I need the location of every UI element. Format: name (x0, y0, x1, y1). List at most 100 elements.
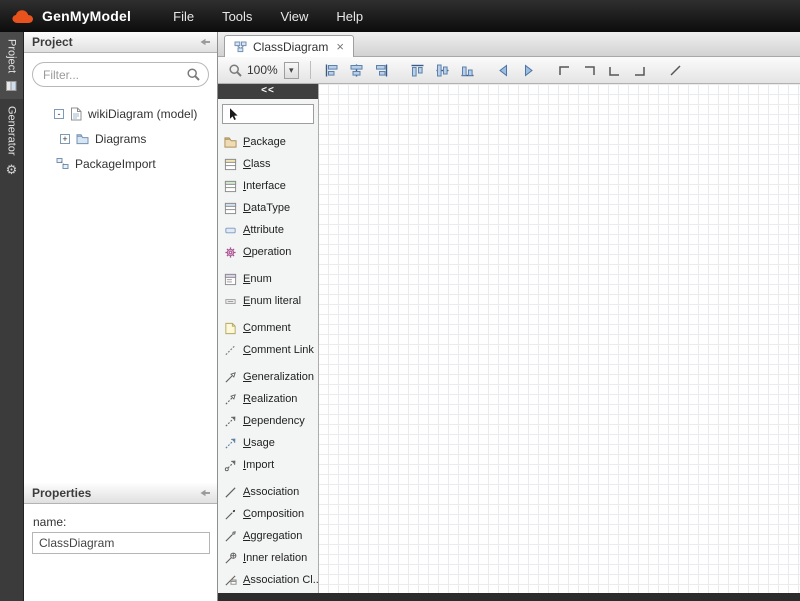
cloud-logo-icon (10, 8, 36, 25)
interface-icon (224, 180, 237, 193)
menu-help[interactable]: Help (322, 0, 377, 33)
palette-collapse-button[interactable]: << (218, 84, 318, 99)
palette-item-import[interactable]: Import (218, 454, 318, 476)
palette-item-interface[interactable]: Interface (218, 175, 318, 197)
palette-item-package[interactable]: Package (218, 131, 318, 153)
palette-item-dependency[interactable]: Dependency (218, 410, 318, 432)
menu-file[interactable]: File (159, 0, 208, 33)
palette-item-operation[interactable]: Operation (218, 241, 318, 263)
left-tab-strip: Project Generator ⚙ (0, 32, 24, 601)
align-top-button[interactable] (408, 59, 428, 81)
cursor-icon (226, 107, 240, 121)
palette-item-association-class[interactable]: Association Cl... (218, 569, 318, 591)
align-middle-button[interactable] (433, 59, 453, 81)
name-field-label: name: (33, 515, 66, 529)
align-center-button[interactable] (347, 59, 367, 81)
orthogonal-link-style-3-button[interactable] (605, 59, 625, 81)
palette-item-realization[interactable]: Realization (218, 388, 318, 410)
realization-icon (224, 393, 237, 406)
tree-item-packageimport[interactable]: PackageImport (24, 151, 217, 176)
app-logo: GenMyModel (10, 8, 131, 25)
filter-input[interactable] (32, 62, 209, 87)
palette-item-attribute[interactable]: Attribute (218, 219, 318, 241)
palette-item-generalization[interactable]: Generalization (218, 366, 318, 388)
project-panel-title: Project (32, 35, 73, 49)
composition-icon (224, 508, 237, 521)
tree-item-label: wikiDiagram (model) (88, 107, 197, 121)
properties-panel-title: Properties (32, 486, 91, 500)
menu-tools[interactable]: Tools (208, 0, 266, 33)
aggregation-icon (224, 530, 237, 543)
palette-item-enum[interactable]: Enum (218, 268, 318, 290)
zoom-dropdown[interactable]: ▾ (284, 62, 299, 79)
zoom-control[interactable]: 100% ▾ (228, 62, 299, 79)
enum-literal-icon (224, 295, 237, 308)
arrow-left-button[interactable] (494, 59, 514, 81)
properties-panel-header: Properties (24, 483, 217, 504)
association-icon (224, 486, 237, 499)
package-icon (224, 136, 237, 149)
palette-item-aggregation[interactable]: Aggregation (218, 525, 318, 547)
tree-item-label: Diagrams (95, 132, 146, 146)
diagram-toolbar: 100% ▾ (218, 57, 800, 84)
palette-item-class[interactable]: Class (218, 153, 318, 175)
orthogonal-link-style-4-button[interactable] (630, 59, 650, 81)
zoom-icon (228, 63, 243, 78)
search-icon (186, 67, 201, 87)
palette-item-comment[interactable]: Comment (218, 317, 318, 339)
zoom-level: 100% (247, 63, 278, 77)
class-diagram-icon (234, 41, 247, 53)
book-icon (5, 80, 18, 92)
dependency-icon (224, 415, 237, 428)
collapse-panel-icon[interactable] (198, 36, 211, 48)
sidebar-tab-generator[interactable]: Generator ⚙ (0, 99, 23, 183)
collapse-expander-icon[interactable]: - (54, 109, 64, 119)
project-panel: Project - wikiDiagram (model) + (24, 32, 218, 601)
name-field[interactable] (32, 532, 210, 554)
inner-relation-icon (224, 552, 237, 565)
palette-item-inner-relation[interactable]: Inner relation (218, 547, 318, 569)
association-class-icon (224, 574, 237, 587)
tree-item-label: PackageImport (75, 157, 156, 171)
arrow-right-button[interactable] (519, 59, 539, 81)
tab-label: ClassDiagram (253, 40, 328, 54)
orthogonal-link-style-2-button[interactable] (580, 59, 600, 81)
tree-item-wikidiagram[interactable]: - wikiDiagram (model) (24, 101, 217, 126)
menu-view[interactable]: View (266, 0, 322, 33)
expand-expander-icon[interactable]: + (60, 134, 70, 144)
tab-classdiagram[interactable]: ClassDiagram × (224, 35, 354, 57)
align-bottom-button[interactable] (458, 59, 478, 81)
operation-gear-icon (224, 246, 237, 259)
properties-panel-header-wrap: Properties (24, 483, 217, 504)
selection-tool[interactable] (222, 104, 314, 124)
filter-wrap (32, 62, 209, 87)
attribute-icon (224, 224, 237, 237)
datatype-icon (224, 202, 237, 215)
package-import-icon (56, 157, 69, 170)
toolbar-separator (310, 61, 311, 79)
import-icon (224, 459, 237, 472)
collapse-panel-icon[interactable] (198, 487, 211, 499)
main-bottom-bar (218, 593, 800, 601)
palette-item-enum-literal[interactable]: Enum literal (218, 290, 318, 312)
oblique-link-style-button[interactable] (666, 59, 686, 81)
generalization-icon (224, 371, 237, 384)
gear-icon: ⚙ (6, 163, 18, 176)
palette-item-composition[interactable]: Composition (218, 503, 318, 525)
align-left-button[interactable] (322, 59, 342, 81)
app-title: GenMyModel (42, 8, 131, 24)
palette-item-usage[interactable]: Usage (218, 432, 318, 454)
top-menubar: GenMyModel File Tools View Help (0, 0, 800, 32)
enum-icon (224, 273, 237, 286)
palette-item-datatype[interactable]: DataType (218, 197, 318, 219)
align-right-button[interactable] (372, 59, 392, 81)
orthogonal-link-style-1-button[interactable] (555, 59, 575, 81)
model-document-icon (70, 107, 82, 121)
close-icon[interactable]: × (336, 39, 344, 54)
palette-item-comment-link[interactable]: Comment Link (218, 339, 318, 361)
tree-item-diagrams[interactable]: + Diagrams (24, 126, 217, 151)
comment-link-icon (224, 344, 237, 357)
palette-item-association[interactable]: Association (218, 481, 318, 503)
sidebar-tab-project[interactable]: Project (0, 32, 23, 99)
class-icon (224, 158, 237, 171)
